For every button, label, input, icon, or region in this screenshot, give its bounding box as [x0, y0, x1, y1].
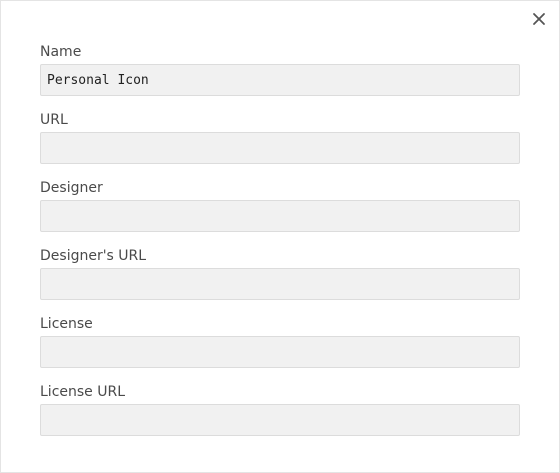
license-url-label: License URL: [40, 384, 126, 400]
designer-url-field-group: Designer's URL: [40, 247, 520, 300]
close-icon: [529, 9, 549, 29]
license-input[interactable]: [40, 336, 520, 368]
icon-info-dialog: Name URL Designer Designer's URL License…: [0, 0, 560, 473]
designer-url-label: Designer's URL: [40, 248, 147, 264]
license-url-field-group: License URL: [40, 383, 520, 436]
close-button[interactable]: [529, 9, 549, 29]
name-field-group: Name: [40, 43, 520, 96]
url-label: URL: [40, 112, 68, 128]
name-input[interactable]: [40, 64, 520, 96]
designer-field-group: Designer: [40, 179, 520, 232]
designer-url-input[interactable]: [40, 268, 520, 300]
designer-input[interactable]: [40, 200, 520, 232]
url-field-group: URL: [40, 111, 520, 164]
designer-label: Designer: [40, 180, 103, 196]
license-field-group: License: [40, 315, 520, 368]
license-label: License: [40, 316, 93, 332]
license-url-input[interactable]: [40, 404, 520, 436]
name-label: Name: [40, 44, 82, 60]
url-input[interactable]: [40, 132, 520, 164]
